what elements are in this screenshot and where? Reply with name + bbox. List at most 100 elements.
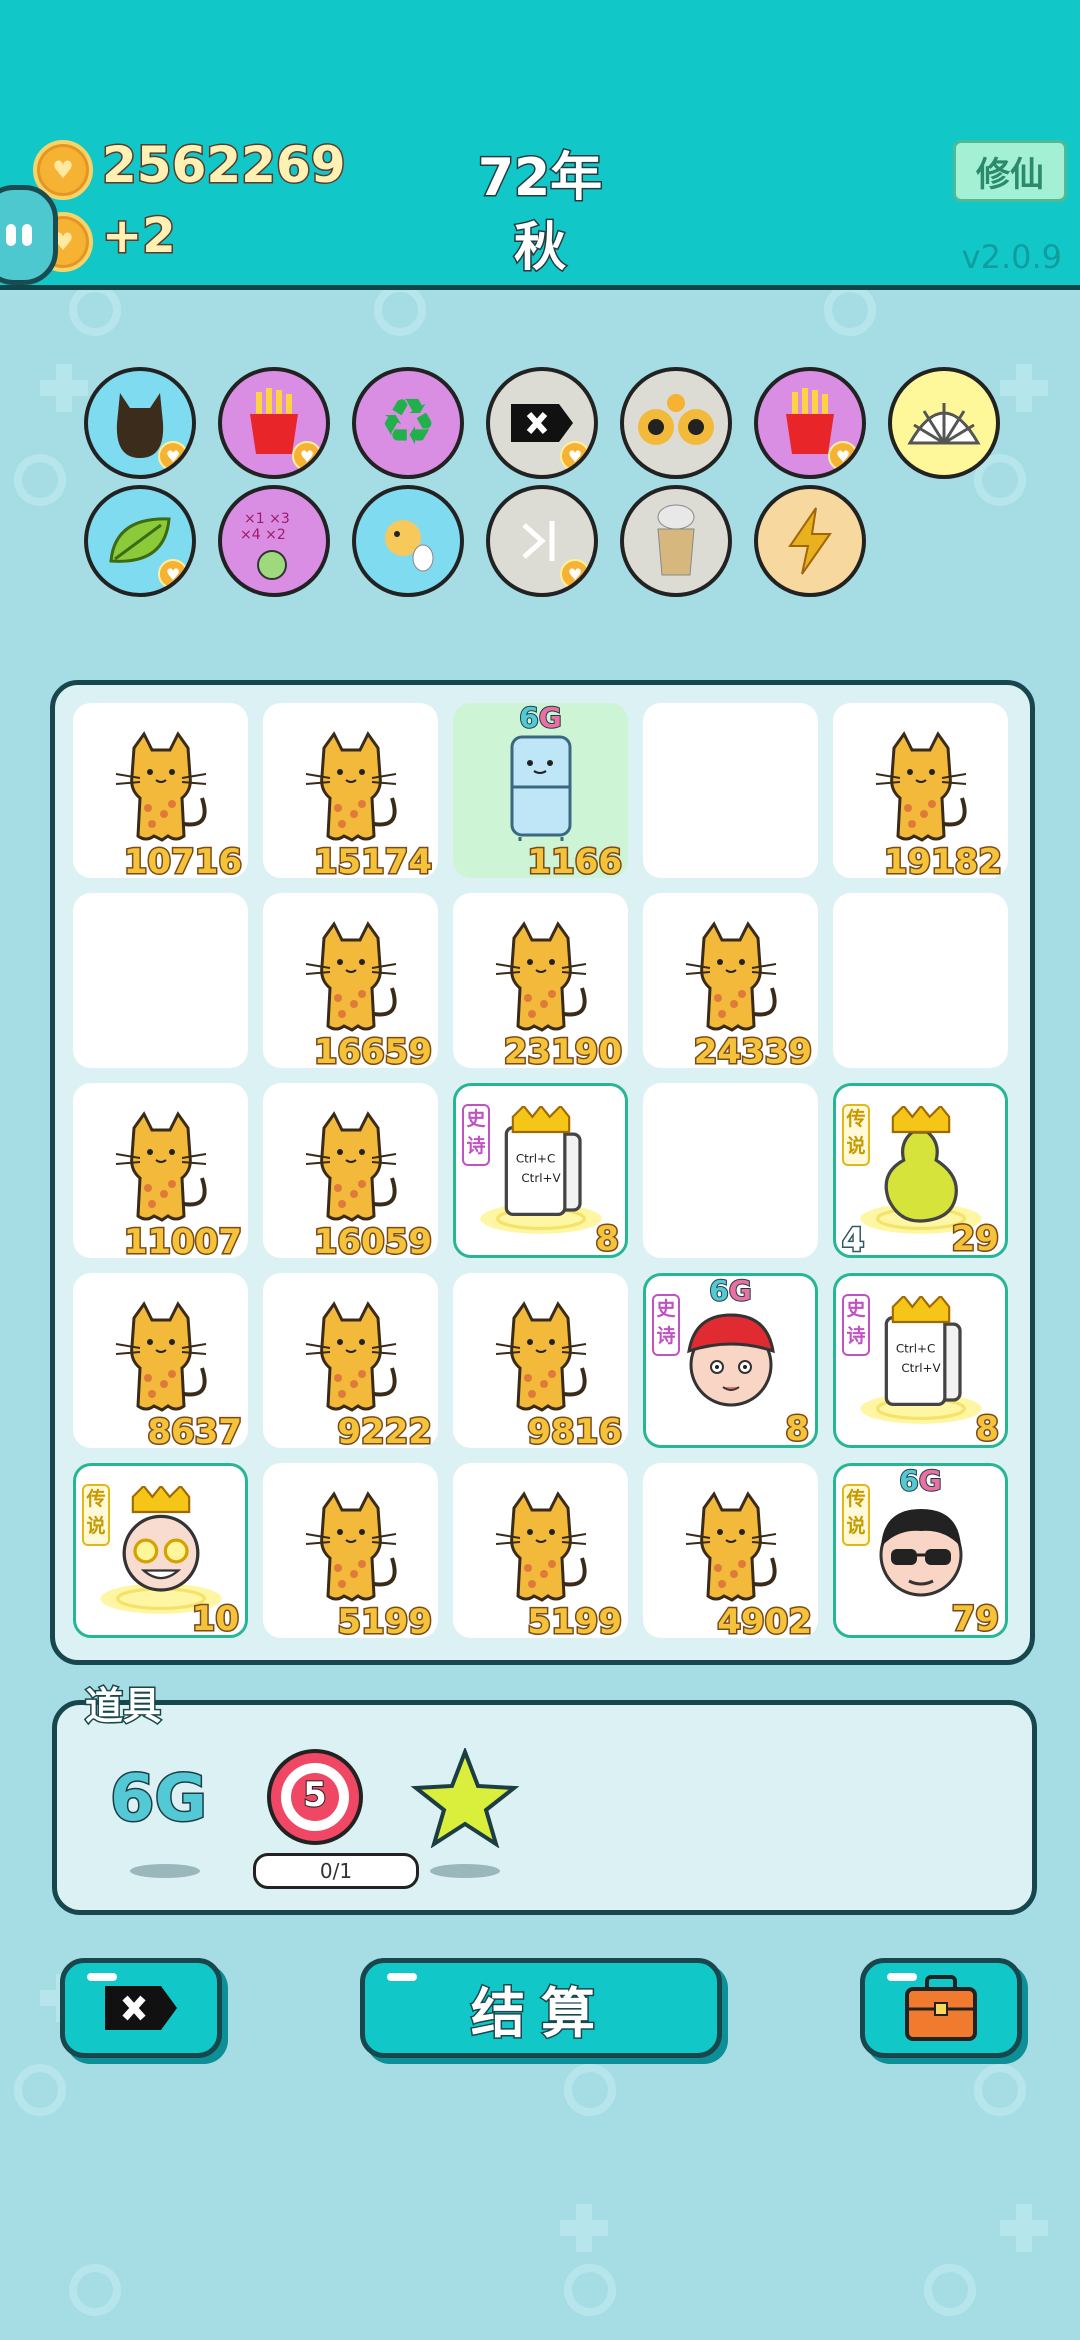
cat-icon bbox=[685, 1491, 777, 1602]
tile-art bbox=[73, 1103, 248, 1233]
tile-value: 9816 bbox=[526, 1411, 624, 1454]
side-menu-handle[interactable] bbox=[0, 185, 58, 285]
buff-delete-tag[interactable]: ♥ bbox=[486, 367, 598, 479]
board-tile-copypaste[interactable]: Ctrl+C Ctrl+V 史诗 8 bbox=[833, 1273, 1008, 1451]
discard-button[interactable] bbox=[60, 1958, 222, 2058]
board-tile-cat[interactable]: 5199 bbox=[263, 1463, 438, 1644]
cat-icon bbox=[305, 1301, 397, 1412]
badge-letter: G bbox=[918, 1463, 943, 1498]
fridge-icon bbox=[510, 735, 571, 841]
buff-lightning[interactable] bbox=[754, 485, 866, 597]
copy-paste-icon: Ctrl+C Ctrl+V bbox=[479, 1106, 602, 1234]
tile-art bbox=[643, 1483, 818, 1613]
tile-value: 16059 bbox=[312, 1221, 433, 1264]
board-tile-cat[interactable]: 9816 bbox=[453, 1273, 628, 1454]
tile-value: 8 bbox=[974, 1408, 1001, 1451]
board-tile-cat[interactable]: 9222 bbox=[263, 1273, 438, 1454]
tile-value: 1166 bbox=[526, 841, 624, 884]
badge-letter: G bbox=[728, 1273, 753, 1308]
prop-shadow bbox=[430, 1864, 500, 1878]
tile-art bbox=[643, 913, 818, 1043]
season-display: 秋 bbox=[512, 217, 567, 280]
badge-digit: 6 bbox=[898, 1463, 920, 1498]
tile-value: 11007 bbox=[122, 1221, 243, 1264]
board-tile-cat[interactable]: 15174 bbox=[263, 703, 438, 884]
tile-rarity-tag: 传说 bbox=[842, 1484, 870, 1546]
tile-value: 5199 bbox=[526, 1601, 624, 1644]
tile-rarity-tag: 传说 bbox=[842, 1104, 870, 1166]
buff-shell[interactable] bbox=[888, 367, 1000, 479]
buff-chick-egg[interactable] bbox=[352, 485, 464, 597]
board-tile-cat[interactable]: 16059 bbox=[263, 1083, 438, 1264]
board-tile-fridge[interactable]: 6G 1166 bbox=[453, 700, 628, 884]
tile-rarity-tag: 史诗 bbox=[462, 1104, 490, 1166]
tile-value: 5199 bbox=[336, 1601, 434, 1644]
pear-icon bbox=[859, 1106, 982, 1234]
buff-math-head[interactable]: ×1 ×3 ×4 ×2 bbox=[218, 485, 330, 597]
prop-counter: 0/1 bbox=[253, 1853, 419, 1889]
prop-6g-button[interactable]: 6G bbox=[108, 1761, 208, 1838]
tile-value: 29 bbox=[950, 1218, 1000, 1261]
buff-fries[interactable]: ♥ bbox=[218, 367, 330, 479]
tile-art bbox=[453, 1483, 628, 1613]
game-board: 10716 15174 6G 1166 19182 16659 23190 24339 1100… bbox=[50, 680, 1035, 1665]
board-tile-copypaste[interactable]: Ctrl+C Ctrl+V 史诗 8 bbox=[453, 1083, 628, 1261]
prop-star-button[interactable] bbox=[410, 1746, 520, 1849]
board-tile-oldking[interactable]: 传说 10 bbox=[73, 1463, 248, 1641]
buff-recycle[interactable]: ♻ bbox=[352, 367, 464, 479]
old-king-face-icon bbox=[99, 1486, 222, 1614]
income-rate: +2 bbox=[101, 207, 178, 266]
tile-art bbox=[263, 723, 438, 853]
board-tile-empty[interactable] bbox=[643, 703, 818, 878]
tile-art bbox=[453, 1293, 628, 1423]
briefcase-icon bbox=[905, 1975, 977, 2041]
tile-value: 8 bbox=[594, 1218, 621, 1261]
board-tile-empty[interactable] bbox=[643, 1083, 818, 1258]
buff-cat-silhouette[interactable]: ♥ bbox=[84, 367, 196, 479]
sunglasses-face-icon bbox=[879, 1509, 962, 1597]
buff-skip[interactable]: ♥ bbox=[486, 485, 598, 597]
board-tile-cat[interactable]: 5199 bbox=[453, 1463, 628, 1644]
tile-value: 24339 bbox=[692, 1031, 813, 1074]
board-tile-cat[interactable]: 4902 bbox=[643, 1463, 818, 1644]
board-tile-empty[interactable] bbox=[73, 893, 248, 1068]
board-tile-cat[interactable]: 11007 bbox=[73, 1083, 248, 1264]
lightning-icon bbox=[788, 507, 832, 575]
skip-icon bbox=[522, 521, 555, 561]
tile-value: 19182 bbox=[882, 841, 1003, 884]
cultivate-button[interactable]: 修仙 bbox=[953, 140, 1067, 202]
settle-button[interactable]: 结算 bbox=[360, 1958, 722, 2058]
red-hat-face-icon bbox=[686, 1313, 775, 1407]
buff-milk-tea[interactable] bbox=[620, 485, 732, 597]
badge-digit: 6 bbox=[518, 700, 540, 735]
settle-label: 结算 bbox=[470, 1980, 611, 2046]
tile-art bbox=[453, 723, 628, 853]
cat-icon bbox=[875, 731, 967, 842]
heart-icon: ♥ bbox=[52, 156, 74, 184]
svg-text:Ctrl+V: Ctrl+V bbox=[901, 1361, 941, 1375]
board-tile-cat[interactable]: 24339 bbox=[643, 893, 818, 1074]
cat-icon bbox=[495, 1491, 587, 1602]
board-tile-cat[interactable]: 23190 bbox=[453, 893, 628, 1074]
svg-text:×4 ×2: ×4 ×2 bbox=[240, 527, 286, 543]
board-tile-sunglasses[interactable]: 6G 传说 79 bbox=[833, 1463, 1008, 1641]
bag-button[interactable] bbox=[860, 1958, 1022, 2058]
svg-text:×1 ×3: ×1 ×3 bbox=[244, 511, 290, 527]
copy-paste-icon: Ctrl+C Ctrl+V bbox=[859, 1296, 982, 1424]
board-tile-cat[interactable]: 16659 bbox=[263, 893, 438, 1074]
board-tile-cat[interactable]: 10716 bbox=[73, 703, 248, 884]
cat-icon bbox=[685, 921, 777, 1032]
tile-art bbox=[453, 913, 628, 1043]
board-tile-redhat[interactable]: 6G 史诗 8 bbox=[643, 1273, 818, 1451]
buff-cat-eyes[interactable] bbox=[620, 367, 732, 479]
prop-target-button[interactable]: 5 bbox=[265, 1747, 365, 1847]
badge-digit: 6 bbox=[708, 1273, 730, 1308]
board-tile-cat[interactable]: 8637 bbox=[73, 1273, 248, 1454]
board-tile-pear[interactable]: 传说 4 29 bbox=[833, 1083, 1008, 1261]
buff-fries-2[interactable]: ♥ bbox=[754, 367, 866, 479]
tile-value: 16659 bbox=[312, 1031, 433, 1074]
board-tile-cat[interactable]: 19182 bbox=[833, 703, 1008, 884]
board-tile-empty[interactable] bbox=[833, 893, 1008, 1068]
buff-leaf[interactable]: ♥ bbox=[84, 485, 196, 597]
cat-icon bbox=[495, 1301, 587, 1412]
